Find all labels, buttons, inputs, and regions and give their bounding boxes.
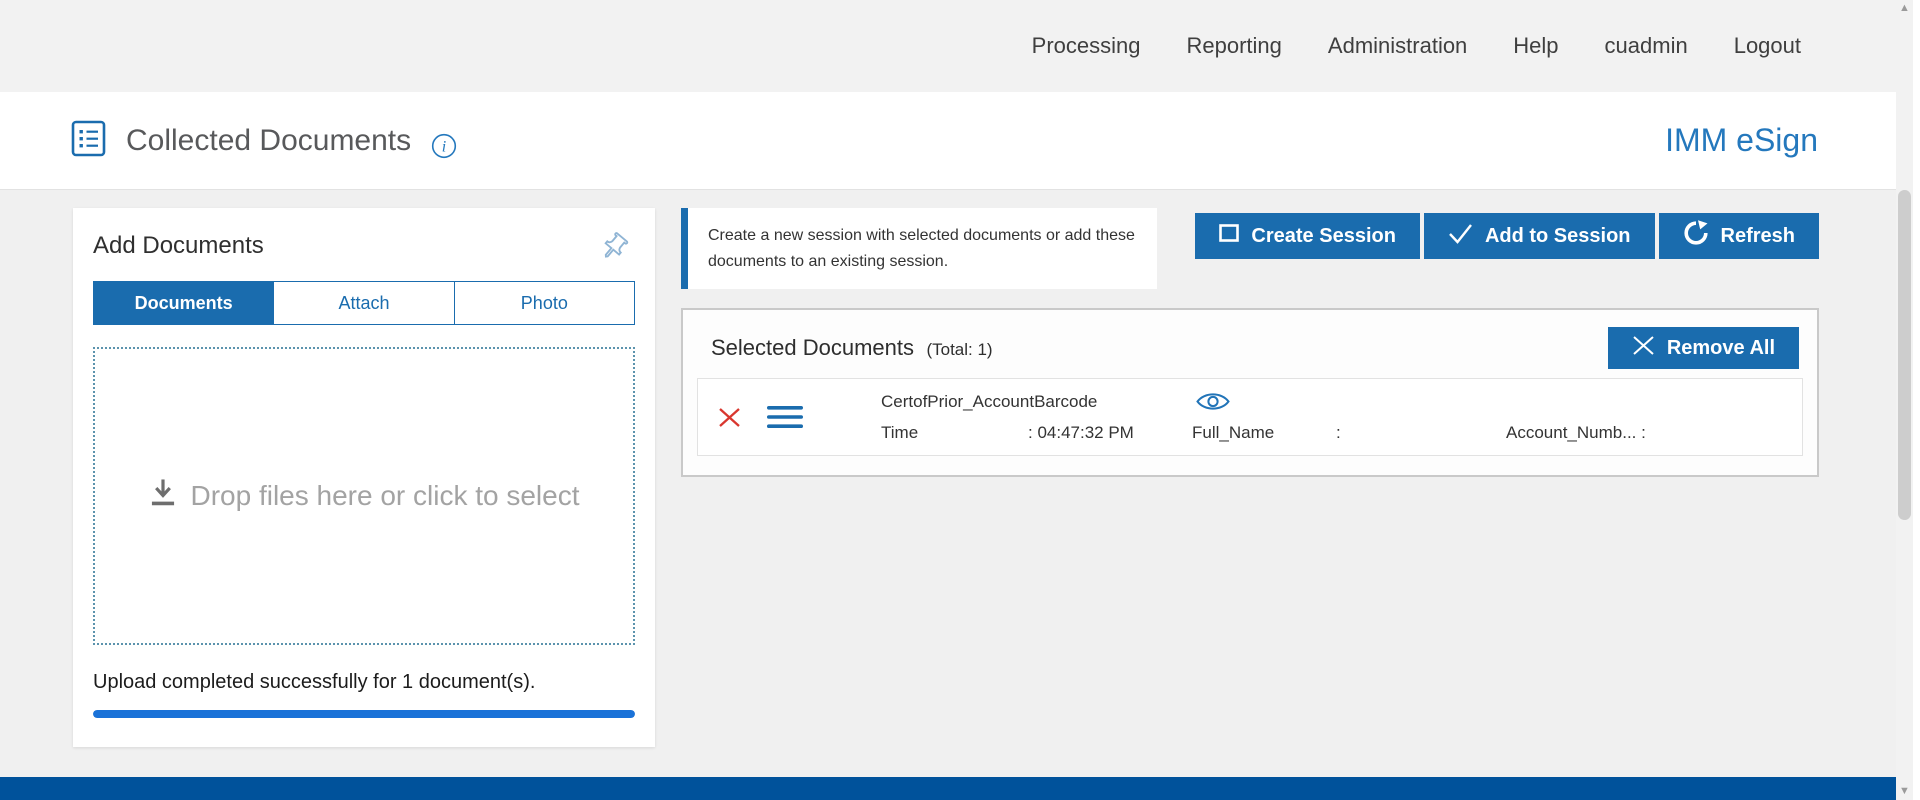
- upload-icon: [148, 477, 178, 516]
- add-to-session-label: Add to Session: [1485, 225, 1631, 248]
- tab-attach[interactable]: Attach: [274, 282, 454, 324]
- remove-all-button[interactable]: Remove All: [1608, 327, 1799, 369]
- nav-item-user-cuadmin[interactable]: cuadmin: [1605, 33, 1688, 59]
- collected-documents-icon: [70, 118, 108, 163]
- selected-documents-total: (Total: 1): [926, 340, 992, 359]
- session-top-row: Create a new session with selected docum…: [681, 208, 1819, 289]
- nav-item-administration[interactable]: Administration: [1328, 33, 1467, 59]
- field-value-time: : 04:47:32 PM: [1028, 423, 1192, 443]
- nav-item-reporting[interactable]: Reporting: [1187, 33, 1282, 59]
- file-dropzone[interactable]: Drop files here or click to select: [93, 347, 635, 645]
- scrollbar-thumb[interactable]: [1898, 190, 1911, 520]
- info-icon[interactable]: i: [431, 133, 457, 164]
- dropzone-text: Drop files here or click to select: [190, 480, 579, 512]
- delete-document-icon[interactable]: [718, 407, 741, 428]
- document-row: CertofPrior_AccountBarcode Time: [697, 378, 1803, 456]
- nav-item-processing[interactable]: Processing: [1032, 33, 1141, 59]
- refresh-icon: [1683, 220, 1709, 252]
- upload-status-text: Upload completed successfully for 1 docu…: [93, 671, 635, 694]
- field-label-time: Time: [881, 423, 1028, 443]
- selected-documents-title: Selected Documents: [711, 335, 914, 360]
- session-area: Create a new session with selected docum…: [681, 208, 1819, 477]
- add-documents-title: Add Documents: [93, 232, 264, 260]
- pin-icon[interactable]: [599, 232, 629, 267]
- page-header: Collected Documents i IMM eSign: [0, 92, 1896, 190]
- document-row-content: CertofPrior_AccountBarcode Time: [881, 386, 1802, 448]
- tab-documents[interactable]: Documents: [94, 282, 274, 324]
- add-documents-header: Add Documents: [93, 232, 635, 267]
- upload-progress-bar: [93, 710, 635, 718]
- create-session-icon: [1219, 224, 1239, 248]
- add-documents-card: Add Documents Documents Attach Photo: [73, 208, 655, 747]
- field-label-account-number: Account_Numb... :: [1506, 423, 1646, 443]
- session-instruction-message: Create a new session with selected docum…: [681, 208, 1157, 289]
- create-session-label: Create Session: [1251, 225, 1396, 248]
- add-to-session-button[interactable]: Add to Session: [1424, 213, 1655, 259]
- field-label-full-name: Full_Name: [1192, 423, 1336, 443]
- field-value-full-name: :: [1336, 423, 1506, 443]
- add-documents-tabs: Documents Attach Photo: [93, 281, 635, 325]
- upload-progress-fill: [93, 710, 635, 718]
- selected-documents-title-group: Selected Documents (Total: 1): [711, 335, 993, 361]
- drag-handle-icon[interactable]: [766, 404, 804, 430]
- tab-photo[interactable]: Photo: [455, 282, 634, 324]
- session-action-buttons: Create Session Add to Session: [1195, 213, 1819, 259]
- refresh-label: Refresh: [1721, 225, 1795, 248]
- app-window: Processing Reporting Administration Help…: [0, 0, 1913, 800]
- selected-documents-header: Selected Documents (Total: 1) Remove All: [683, 310, 1817, 378]
- page-header-left: Collected Documents i: [70, 117, 1665, 164]
- scrollbar-down-arrow[interactable]: ▼: [1896, 783, 1913, 800]
- brand-logo-text: IMM eSign: [1665, 122, 1818, 159]
- remove-all-label: Remove All: [1667, 337, 1775, 360]
- vertical-scrollbar[interactable]: ▲ ▼: [1896, 0, 1913, 800]
- document-row-icons: [718, 404, 804, 430]
- refresh-button[interactable]: Refresh: [1659, 213, 1819, 259]
- document-name: CertofPrior_AccountBarcode: [881, 392, 1196, 412]
- footer-bar: [0, 777, 1896, 800]
- main-content: Add Documents Documents Attach Photo: [0, 190, 1896, 777]
- page-title: Collected Documents: [126, 124, 411, 158]
- nav-item-help[interactable]: Help: [1513, 33, 1558, 59]
- nav-item-logout[interactable]: Logout: [1734, 33, 1801, 59]
- preview-eye-icon[interactable]: [1196, 390, 1230, 413]
- document-row-line-1: CertofPrior_AccountBarcode: [881, 386, 1802, 417]
- top-nav: Processing Reporting Administration Help…: [0, 0, 1896, 92]
- checkmark-icon: [1448, 223, 1473, 250]
- create-session-button[interactable]: Create Session: [1195, 213, 1420, 259]
- selected-documents-panel: Selected Documents (Total: 1) Remove All: [681, 308, 1819, 477]
- remove-all-x-icon: [1632, 335, 1655, 362]
- page: Processing Reporting Administration Help…: [0, 0, 1896, 800]
- scrollbar-up-arrow[interactable]: ▲: [1896, 0, 1913, 17]
- svg-text:i: i: [442, 139, 446, 156]
- document-row-line-2: Time : 04:47:32 PM Full_Name : Account_N…: [881, 417, 1802, 448]
